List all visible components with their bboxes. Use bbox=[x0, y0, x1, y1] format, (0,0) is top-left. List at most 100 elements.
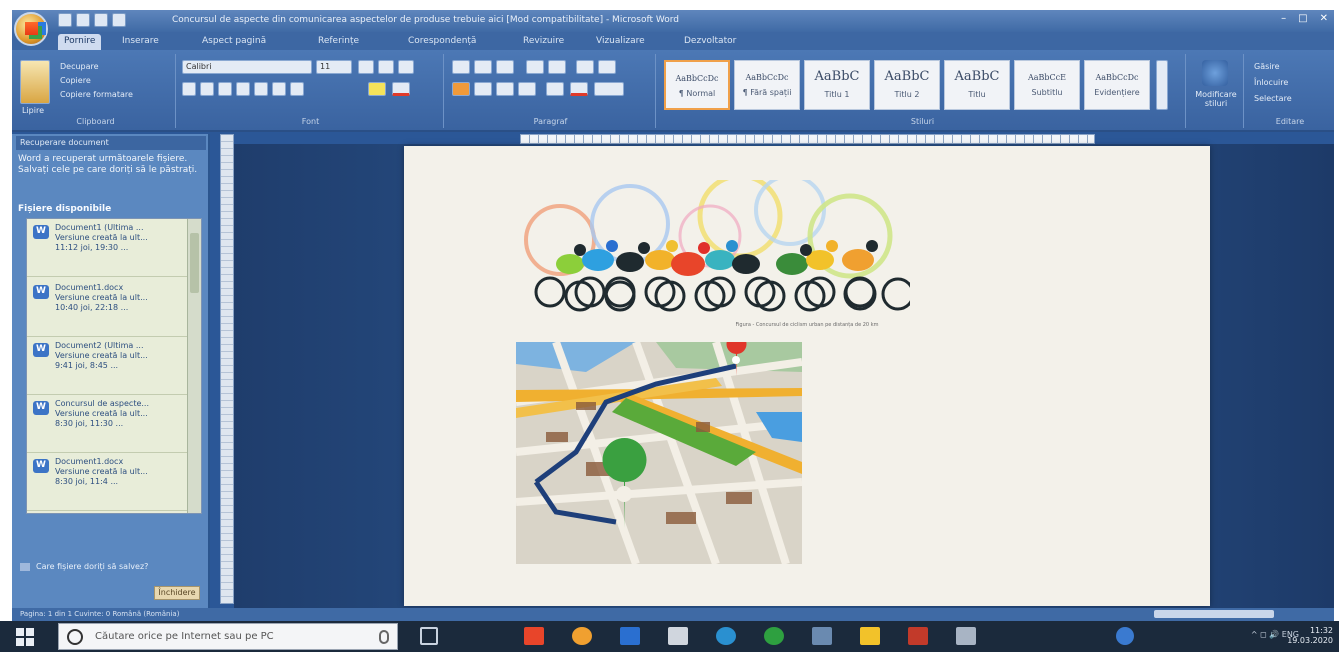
list-item[interactable]: Document1.docx Versiune creată la ult...… bbox=[27, 279, 187, 337]
style-heading-2[interactable]: AaBbC Titlu 2 bbox=[874, 60, 940, 110]
numbering-icon[interactable] bbox=[474, 60, 492, 74]
windows-start-icon[interactable] bbox=[16, 628, 34, 646]
borders-icon[interactable] bbox=[594, 82, 624, 96]
folder-icon[interactable] bbox=[860, 627, 880, 645]
browser-icon[interactable] bbox=[716, 627, 736, 645]
grow-font-icon[interactable] bbox=[358, 60, 374, 74]
pane-header: Recuperare document bbox=[16, 136, 206, 150]
spotify-icon[interactable] bbox=[764, 627, 784, 645]
align-center-icon[interactable] bbox=[474, 82, 492, 96]
pane-close-button[interactable]: Închidere bbox=[154, 586, 200, 600]
tab-review[interactable]: Revizuire bbox=[517, 34, 570, 50]
taskbar-search[interactable]: Căutare orice pe Internet sau pe PC bbox=[58, 623, 398, 650]
style-title[interactable]: AaBbC Titlu bbox=[944, 60, 1010, 110]
version-name: Document1 (Ultima ... bbox=[55, 223, 144, 232]
redo-icon[interactable] bbox=[94, 13, 108, 27]
strikethrough-icon[interactable] bbox=[236, 82, 250, 96]
style-normal[interactable]: AaBbCcDc ¶ Normal bbox=[664, 60, 730, 110]
underline-icon[interactable] bbox=[218, 82, 232, 96]
task-view-icon[interactable] bbox=[420, 627, 438, 645]
list-item[interactable]: Document1.docx Versiune creată la ult...… bbox=[27, 453, 187, 511]
style-name: Evidențiere bbox=[1094, 88, 1140, 97]
bold-icon[interactable] bbox=[182, 82, 196, 96]
tab-home[interactable]: Pornire bbox=[58, 34, 102, 50]
undo-icon[interactable] bbox=[76, 13, 90, 27]
shading-icon[interactable] bbox=[570, 82, 588, 96]
office-button[interactable] bbox=[14, 12, 48, 46]
copy-button[interactable]: Copiere bbox=[60, 76, 91, 85]
version-name: Document2 (Ultima ... bbox=[55, 341, 144, 350]
list-item[interactable]: Document2 (Ultima ... Versiune creată la… bbox=[27, 337, 187, 395]
shrink-font-icon[interactable] bbox=[378, 60, 394, 74]
app-icon-3[interactable] bbox=[908, 627, 928, 645]
microphone-icon[interactable] bbox=[379, 630, 389, 644]
align-right-icon[interactable] bbox=[496, 82, 514, 96]
title-bar: Concursul de aspecte din comunicarea asp… bbox=[12, 10, 1334, 32]
customize-qat-icon[interactable] bbox=[112, 13, 126, 27]
quick-access-toolbar bbox=[58, 13, 126, 27]
justify-icon[interactable] bbox=[518, 82, 536, 96]
sort-icon[interactable] bbox=[576, 60, 594, 74]
close-button[interactable]: ✕ bbox=[1320, 13, 1328, 24]
format-painter-button[interactable]: Copiere formatare bbox=[60, 90, 133, 99]
maximize-button[interactable]: □ bbox=[1298, 13, 1307, 24]
vertical-ruler bbox=[220, 134, 234, 604]
document-page[interactable]: Figura - Concursul de ciclism urban pe d… bbox=[404, 146, 1210, 606]
tab-mailings[interactable]: Corespondență bbox=[402, 34, 482, 50]
bullets-icon[interactable] bbox=[452, 60, 470, 74]
line-spacing-icon[interactable] bbox=[546, 82, 564, 96]
tab-page-layout[interactable]: Aspect pagină bbox=[196, 34, 272, 50]
minimize-button[interactable]: – bbox=[1281, 13, 1286, 24]
font-color-icon[interactable] bbox=[392, 82, 410, 96]
highlight-icon[interactable] bbox=[368, 82, 386, 96]
pane-subheading: Fișiere disponibile bbox=[18, 204, 112, 214]
styles-more-icon[interactable] bbox=[1156, 60, 1168, 110]
style-heading-1[interactable]: AaBbC Titlu 1 bbox=[804, 60, 870, 110]
tab-insert[interactable]: Inserare bbox=[116, 34, 165, 50]
select-button[interactable]: Selectare bbox=[1254, 94, 1292, 103]
list-item[interactable]: Document1 (Ultima ... Versiune creată la… bbox=[27, 219, 187, 277]
scroll-thumb[interactable] bbox=[190, 233, 199, 293]
versions-scrollbar[interactable] bbox=[187, 219, 201, 513]
find-button[interactable]: Găsire bbox=[1254, 62, 1280, 71]
version-time: 8:30 joi, 11:4 ... bbox=[55, 477, 119, 486]
paste-button[interactable] bbox=[20, 60, 50, 104]
align-left-icon[interactable] bbox=[452, 82, 470, 96]
superscript-icon[interactable] bbox=[272, 82, 286, 96]
tab-developer[interactable]: Dezvoltator bbox=[678, 34, 742, 50]
zoom-slider[interactable] bbox=[1154, 610, 1274, 618]
app-icon-2[interactable] bbox=[812, 627, 832, 645]
app-icon-1[interactable] bbox=[524, 627, 544, 645]
change-case-icon[interactable] bbox=[290, 82, 304, 96]
multilevel-list-icon[interactable] bbox=[496, 60, 514, 74]
word-taskbar-icon[interactable] bbox=[620, 627, 640, 645]
font-size-select[interactable]: 11 bbox=[316, 60, 352, 74]
change-styles-icon[interactable] bbox=[1202, 60, 1228, 86]
font-name-select[interactable]: Calibri bbox=[182, 60, 312, 74]
chrome-icon[interactable] bbox=[572, 627, 592, 645]
cut-button[interactable]: Decupare bbox=[60, 62, 99, 71]
notification-app-icon[interactable] bbox=[1116, 627, 1134, 645]
subscript-icon[interactable] bbox=[254, 82, 268, 96]
list-item[interactable]: Concursul de aspecte... Versiune creată … bbox=[27, 395, 187, 453]
version-time: 9:41 joi, 8:45 ... bbox=[55, 361, 119, 370]
explorer-icon[interactable] bbox=[668, 627, 688, 645]
increase-indent-icon[interactable] bbox=[548, 60, 566, 74]
clear-format-icon[interactable] bbox=[398, 60, 414, 74]
style-emphasis[interactable]: AaBbCcDc Evidențiere bbox=[1084, 60, 1150, 110]
decrease-indent-icon[interactable] bbox=[526, 60, 544, 74]
version-time: 8:30 joi, 11:30 ... bbox=[55, 419, 124, 428]
clock[interactable]: 11:32 19.03.2020 bbox=[1287, 626, 1333, 646]
tab-references[interactable]: Referințe bbox=[312, 34, 365, 50]
italic-icon[interactable] bbox=[200, 82, 214, 96]
style-subtitle[interactable]: AaBbCcE Subtitlu bbox=[1014, 60, 1080, 110]
app-icon-4[interactable] bbox=[956, 627, 976, 645]
style-no-spacing[interactable]: AaBbCcDc ¶ Fără spații bbox=[734, 60, 800, 110]
save-icon[interactable] bbox=[58, 13, 72, 27]
version-time: 11:12 joi, 19:30 ... bbox=[55, 243, 129, 252]
taskbar: Căutare orice pe Internet sau pe PC ^ ◻ … bbox=[0, 621, 1339, 652]
which-files-link[interactable]: Care fișiere doriți să salvez? bbox=[20, 562, 148, 571]
show-marks-icon[interactable] bbox=[598, 60, 616, 74]
replace-button[interactable]: Înlocuire bbox=[1254, 78, 1288, 87]
tab-view[interactable]: Vizualizare bbox=[590, 34, 651, 50]
